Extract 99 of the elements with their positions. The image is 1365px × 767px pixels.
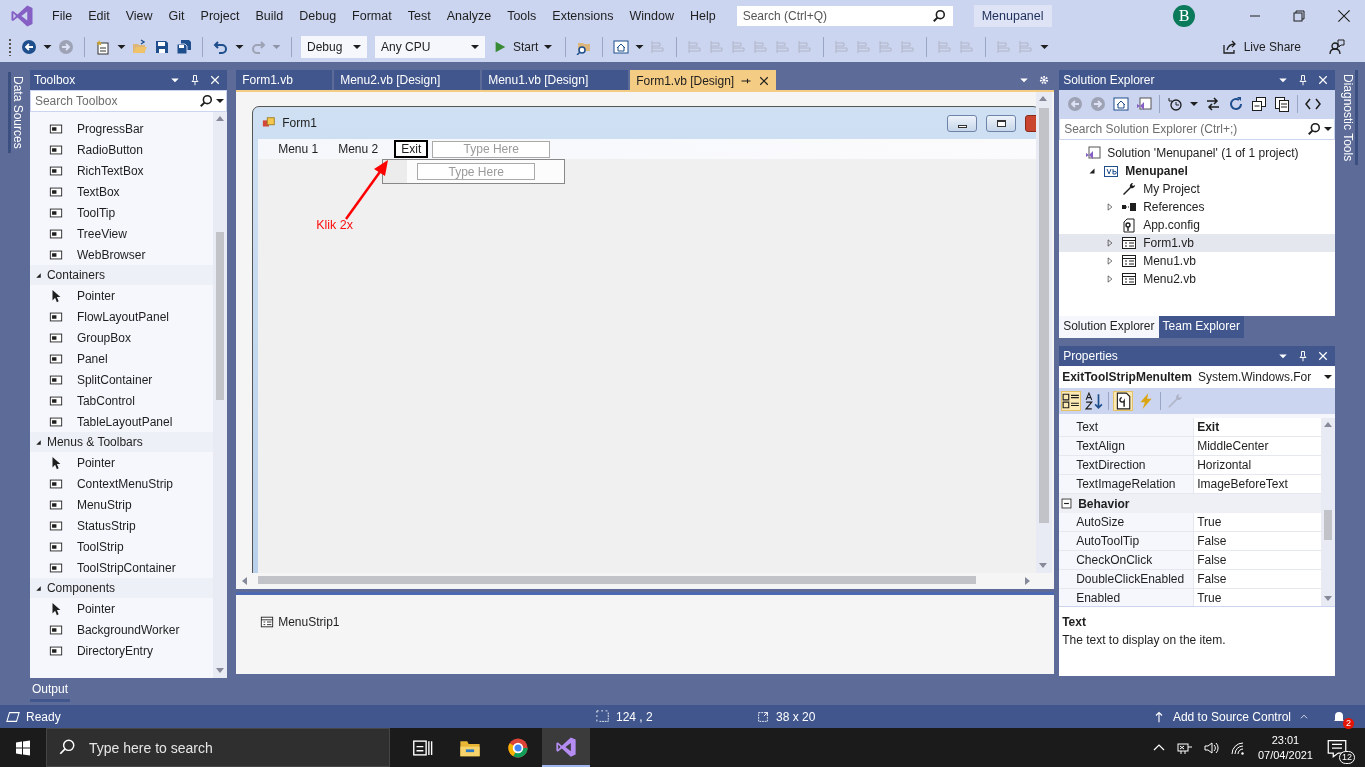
side-tab[interactable]: Data Sources xyxy=(8,72,25,153)
type-here-field[interactable]: Type Here xyxy=(417,163,536,180)
toolbox-item[interactable]: BackgroundWorker xyxy=(29,619,214,640)
menu-item[interactable]: File xyxy=(44,7,81,25)
document-tab[interactable]: Form1.vb [Design] xyxy=(630,70,777,90)
tree-item[interactable]: Solution 'Menupanel' (1 of 1 project) xyxy=(1059,144,1336,162)
account-avatar[interactable]: B xyxy=(1173,5,1195,27)
property-value[interactable]: False xyxy=(1194,551,1322,569)
type-here-field[interactable]: Type Here xyxy=(432,140,551,158)
toolbox-item[interactable]: MenuStrip xyxy=(29,494,214,515)
tree-item[interactable]: Menu2.vb xyxy=(1059,270,1336,288)
toolbox-item[interactable]: ToolStripContainer xyxy=(29,557,214,578)
toolbox-item[interactable]: TreeView xyxy=(29,223,214,244)
configuration-dropdown[interactable]: Debug xyxy=(301,36,367,58)
document-tab[interactable]: Menu2.vb [Design] xyxy=(334,70,481,90)
solution-name: Menupanel xyxy=(973,5,1052,27)
toolbox-item[interactable]: ProgressBar xyxy=(29,118,214,139)
property-value[interactable]: ImageBeforeText xyxy=(1194,475,1322,493)
menu-item[interactable]: Help xyxy=(681,7,724,25)
toolbox-item[interactable]: Pointer xyxy=(29,285,214,306)
property-value[interactable]: Exit xyxy=(1194,418,1322,436)
toolbox-item[interactable]: ContextMenuStrip xyxy=(29,473,214,494)
toolbox-item[interactable]: TextBox xyxy=(29,181,214,202)
menu-item[interactable]: Test xyxy=(399,7,439,25)
group-header[interactable]: Menus & Toolbars xyxy=(29,432,214,452)
tree-item[interactable]: References xyxy=(1059,198,1336,216)
panel-tab[interactable]: Solution Explorer xyxy=(1059,316,1159,338)
toolbox-item[interactable]: WebBrowser xyxy=(29,244,214,265)
menu-item[interactable]: Exit xyxy=(394,140,429,158)
selection-size: 38 x 20 xyxy=(776,709,816,724)
toolbox-item[interactable]: Pointer xyxy=(29,452,214,473)
toolbox-item[interactable]: TableLayoutPanel xyxy=(29,411,214,432)
toolbox-item[interactable]: Pointer xyxy=(29,598,214,619)
toolbox-item[interactable]: GroupBox xyxy=(29,327,214,348)
toolbox-item[interactable]: StatusStrip xyxy=(29,515,214,536)
solution-search-field[interactable]: Search Solution Explorer (Ctrl+;) xyxy=(1059,118,1336,140)
toolbox-item[interactable]: SplitContainer xyxy=(29,369,214,390)
component-item[interactable]: MenuStrip1 xyxy=(260,615,340,629)
menu-item[interactable]: Tools xyxy=(499,7,545,25)
property-value[interactable]: False xyxy=(1194,570,1322,588)
menu-item[interactable]: Project xyxy=(192,7,248,25)
side-tab[interactable]: Diagnostic Tools xyxy=(1341,70,1359,166)
status-text: Ready xyxy=(26,709,61,724)
menu-item[interactable]: Edit xyxy=(80,7,118,25)
menu-item[interactable]: Git xyxy=(160,7,193,25)
toolbox-item[interactable]: ToolTip xyxy=(29,202,214,223)
annotation-label: Klik 2x xyxy=(316,218,353,232)
property-value[interactable]: True xyxy=(1194,513,1322,531)
toolbox-item[interactable]: RichTextBox xyxy=(29,160,214,181)
property-value[interactable]: True xyxy=(1194,589,1322,607)
form-title: Form1 xyxy=(282,116,317,130)
document-tab[interactable]: Menu1.vb [Design] xyxy=(482,70,629,90)
panel-title: Solution Explorer xyxy=(1063,73,1156,87)
object-selector[interactable]: ExitToolStripMenuItem System.Windows.For xyxy=(1059,366,1336,388)
start-button[interactable]: Start xyxy=(489,40,557,54)
menu-item[interactable]: Window xyxy=(621,7,682,25)
menu-item[interactable]: Format xyxy=(344,7,400,25)
search-field[interactable]: Search (Ctrl+Q) xyxy=(735,5,954,27)
platform-dropdown[interactable]: Any CPU xyxy=(375,36,485,58)
menu-item[interactable]: Build xyxy=(247,7,292,25)
taskbar-search-field[interactable]: Type here to search xyxy=(46,728,390,767)
group-header[interactable]: Containers xyxy=(29,265,214,285)
clock-time[interactable]: 23:01 xyxy=(1271,732,1300,748)
output-tab[interactable]: Output xyxy=(30,680,71,702)
menu-item[interactable]: Analyze xyxy=(438,7,500,25)
menu-item[interactable]: Menu 1 xyxy=(270,140,327,158)
property-value[interactable]: Horizontal xyxy=(1194,456,1322,474)
panel-tab[interactable]: Team Explorer xyxy=(1158,316,1244,338)
description-text: The text to display on the item. xyxy=(1062,633,1227,647)
tree-item[interactable]: Menupanel xyxy=(1059,162,1336,180)
toolbox-item[interactable]: DirectoryEntry xyxy=(29,640,214,661)
toolbox-search-field[interactable]: Search Toolbox xyxy=(29,90,228,112)
source-control-button[interactable]: Add to Source Control xyxy=(1152,709,1309,724)
toolbox-item[interactable]: Panel xyxy=(29,348,214,369)
menu-item[interactable]: Extensions xyxy=(544,7,622,25)
property-value[interactable]: MiddleCenter xyxy=(1194,437,1322,455)
description-title: Text xyxy=(1062,615,1087,629)
live-share-button[interactable]: Live Share xyxy=(1221,39,1301,55)
tree-item[interactable]: Form1.vb xyxy=(1059,234,1336,252)
toolbox-item[interactable]: ToolStrip xyxy=(29,536,214,557)
toolbox-item[interactable]: RadioButton xyxy=(29,139,214,160)
document-tab[interactable]: Form1.vb xyxy=(236,70,333,90)
tree-item[interactable]: Menu1.vb xyxy=(1059,252,1336,270)
category-name: Behavior xyxy=(1078,496,1130,511)
toolbox-item[interactable]: FlowLayoutPanel xyxy=(29,306,214,327)
panel-title: Properties xyxy=(1063,349,1119,363)
notification-count: 12 xyxy=(1339,750,1355,764)
clock-date[interactable]: 07/04/2021 xyxy=(1257,747,1313,763)
group-header[interactable]: Components xyxy=(29,578,214,598)
menu-item[interactable]: Menu 2 xyxy=(330,140,387,158)
panel-title: Toolbox xyxy=(33,73,77,87)
tree-item[interactable]: My Project xyxy=(1059,180,1336,198)
cursor-position: 124 , 2 xyxy=(616,709,653,724)
property-value[interactable]: False xyxy=(1194,532,1322,550)
toolbox-item[interactable]: TabControl xyxy=(29,390,214,411)
notification-badge: 2 xyxy=(1343,717,1354,729)
menu-item[interactable]: View xyxy=(117,7,161,25)
tree-item[interactable]: App.config xyxy=(1059,216,1336,234)
menu-item[interactable]: Debug xyxy=(291,7,345,25)
